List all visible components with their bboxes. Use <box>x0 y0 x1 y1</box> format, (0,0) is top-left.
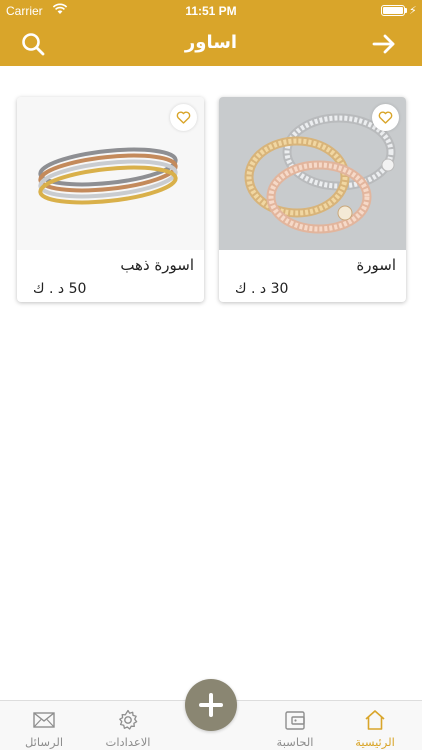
heart-icon <box>378 111 393 124</box>
favorite-button[interactable] <box>170 104 197 131</box>
page-title: اساور <box>184 32 238 53</box>
product-title: اسورة <box>356 256 396 274</box>
charging-icon: ⚡ <box>409 4 417 17</box>
tab-label: الحاسبة <box>276 735 314 749</box>
tab-messages[interactable]: الرسائل <box>2 701 86 750</box>
clock: 11:51 PM <box>185 4 237 18</box>
favorite-button[interactable] <box>372 104 399 131</box>
battery-icon <box>381 5 405 16</box>
heart-icon <box>176 111 191 124</box>
tab-calculator[interactable]: الحاسبة <box>253 701 337 750</box>
arrow-right-icon[interactable] <box>370 31 398 57</box>
tab-label: الاعدادات <box>105 735 151 749</box>
tab-label: الرسائل <box>24 735 64 749</box>
product-price: 50 د . ك <box>33 281 87 297</box>
tab-label: الرئيسية <box>355 735 395 749</box>
nav-bar: اساور <box>0 22 422 66</box>
battery-tip <box>405 8 407 13</box>
status-bar: Carrier 11:51 PM ⚡ <box>0 0 422 22</box>
product-price: 30 د . ك <box>235 281 289 297</box>
tab-home[interactable]: الرئيسية <box>333 701 417 750</box>
top-bar: Carrier 11:51 PM ⚡ اساور <box>0 0 422 66</box>
home-icon <box>365 710 385 730</box>
gear-icon <box>119 709 138 730</box>
mail-icon <box>33 712 55 728</box>
add-button[interactable] <box>185 679 237 731</box>
product-card[interactable]: اسورة 30 د . ك <box>219 97 406 302</box>
product-title: اسورة ذهب <box>120 256 194 274</box>
wallet-icon <box>285 711 305 730</box>
tab-settings[interactable]: الاعدادات <box>86 701 170 750</box>
product-card[interactable]: اسورة ذهب 50 د . ك <box>17 97 204 302</box>
